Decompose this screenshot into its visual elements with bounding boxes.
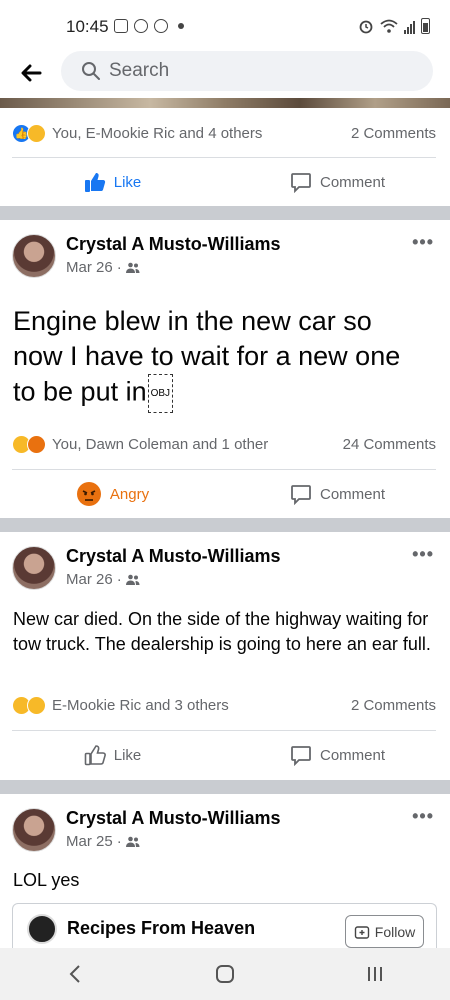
post-2: Crystal A Musto-Williams Mar 26 · ••• Ne… xyxy=(0,532,450,780)
post-1: Crystal A Musto-Williams Mar 26 · ••• En… xyxy=(0,220,450,518)
more-options-button[interactable]: ••• xyxy=(412,544,434,565)
post-date[interactable]: Mar 25 xyxy=(66,833,113,850)
post-header: Crystal A Musto-Williams Mar 26 · ••• xyxy=(12,544,438,594)
nav-home-button[interactable] xyxy=(195,954,255,994)
reaction-label: Angry xyxy=(109,485,150,503)
reactions-summary[interactable]: 👍 You, E-Mookie Ric and 4 others 2 Comme… xyxy=(12,120,436,146)
search-icon xyxy=(82,62,100,80)
post-meta: Mar 26 · xyxy=(66,571,140,588)
search-input[interactable]: Search xyxy=(61,51,433,91)
haha-reaction-icon xyxy=(27,123,46,143)
post-photo[interactable] xyxy=(0,98,450,108)
post-author[interactable]: Crystal A Musto-Williams xyxy=(66,808,281,829)
avatar[interactable] xyxy=(12,546,56,590)
back-button[interactable] xyxy=(16,58,46,88)
comment-icon xyxy=(291,485,311,505)
reactions-summary[interactable]: E-Mookie Ric and 3 others 2 Comments xyxy=(12,692,436,718)
post-text: Engine blew in the new car so now I have… xyxy=(13,304,433,413)
page-avatar[interactable] xyxy=(27,914,57,944)
comments-count[interactable]: 2 Comments xyxy=(351,697,436,714)
angry-reaction-button[interactable]: Angry xyxy=(0,470,225,518)
friends-audience-icon xyxy=(125,836,140,847)
system-nav-bar xyxy=(0,948,450,1000)
like-label: Like xyxy=(113,746,142,764)
post-text-line: now I have to wait for a new one xyxy=(13,341,401,371)
gallery-icon xyxy=(114,19,128,33)
sad-reaction-icon xyxy=(27,695,46,715)
notification-icons xyxy=(114,19,184,33)
comment-label: Comment xyxy=(319,173,386,191)
search-placeholder: Search xyxy=(109,60,170,81)
post-text-line: Engine blew in the new car so xyxy=(13,306,372,336)
comment-button[interactable]: Comment xyxy=(225,731,450,779)
avatar[interactable] xyxy=(12,234,56,278)
post-divider xyxy=(0,206,450,220)
shared-page-card[interactable]: Recipes From Heaven Follow xyxy=(12,903,437,953)
nav-recents-button[interactable] xyxy=(345,954,405,994)
alarm-icon xyxy=(359,20,373,34)
follow-label: Follow xyxy=(374,923,416,940)
post-author[interactable]: Crystal A Musto-Williams xyxy=(66,546,281,567)
more-options-button[interactable]: ••• xyxy=(412,232,434,253)
messenger-icon xyxy=(134,19,148,33)
comment-label: Comment xyxy=(319,485,386,503)
post-meta: Mar 25 · xyxy=(66,833,140,850)
recents-icon xyxy=(368,967,382,981)
reactions-text: E-Mookie Ric and 3 others xyxy=(52,696,229,714)
post-meta: Mar 26 · xyxy=(66,259,140,276)
post-text-line: to be put in xyxy=(13,376,147,407)
status-time: 10:45 xyxy=(66,17,109,36)
follow-button[interactable]: Follow xyxy=(345,915,424,948)
post-previous: 👍 You, E-Mookie Ric and 4 others 2 Comme… xyxy=(0,108,450,206)
comment-button[interactable]: Comment xyxy=(225,470,450,518)
follow-icon xyxy=(354,925,369,939)
angry-face-icon xyxy=(76,482,101,506)
system-icons xyxy=(358,18,430,34)
chevron-left-icon xyxy=(69,965,80,983)
comment-label: Comment xyxy=(319,746,386,764)
battery-icon xyxy=(421,18,430,34)
reactions-summary[interactable]: You, Dawn Coleman and 1 other 24 Comment… xyxy=(12,431,436,457)
post-author[interactable]: Crystal A Musto-Williams xyxy=(66,234,281,255)
nav-back-button[interactable] xyxy=(45,954,105,994)
comments-count[interactable]: 24 Comments xyxy=(343,436,436,453)
object-placeholder-glyph: OBJ xyxy=(147,374,174,413)
avatar[interactable] xyxy=(12,808,56,852)
post-date[interactable]: Mar 26 xyxy=(66,259,113,276)
comment-button[interactable]: Comment xyxy=(225,158,450,206)
post-date[interactable]: Mar 26 xyxy=(66,571,113,588)
like-button[interactable]: Like xyxy=(0,158,225,206)
post-actions: Angry Comment xyxy=(0,470,450,518)
post-text: New car died. On the side of the highway… xyxy=(13,609,431,654)
like-label: Like xyxy=(113,173,142,191)
comment-icon xyxy=(291,173,311,193)
chrome-icon xyxy=(154,19,168,33)
reactions-text: You, Dawn Coleman and 1 other xyxy=(52,435,269,453)
more-options-button[interactable]: ••• xyxy=(412,806,434,827)
post-divider xyxy=(0,518,450,532)
thumbs-up-outline-icon xyxy=(84,745,106,766)
back-arrow-icon xyxy=(21,64,42,82)
friends-audience-icon xyxy=(125,574,140,585)
like-button[interactable]: Like xyxy=(0,731,225,779)
post-text: LOL yes xyxy=(13,870,80,890)
post-actions: Like Comment xyxy=(0,731,450,779)
post-header: Crystal A Musto-Williams Mar 25 · ••• xyxy=(12,806,438,856)
angry-reaction-icon xyxy=(27,434,46,454)
post-actions: Like Comment xyxy=(0,158,450,206)
comments-count[interactable]: 2 Comments xyxy=(351,125,436,142)
thumbs-up-icon xyxy=(84,173,105,192)
search-header: Search xyxy=(0,50,450,98)
reactions-text: You, E-Mookie Ric and 4 others xyxy=(52,124,263,142)
signal-icon xyxy=(404,20,415,34)
comment-icon xyxy=(291,746,311,766)
wifi-icon xyxy=(380,19,398,33)
shared-page-name[interactable]: Recipes From Heaven xyxy=(67,918,255,939)
more-notifications-icon xyxy=(178,23,184,29)
status-bar: 10:45 xyxy=(0,0,450,50)
post-divider xyxy=(0,780,450,794)
friends-audience-icon xyxy=(125,262,140,273)
home-icon xyxy=(216,965,234,983)
post-header: Crystal A Musto-Williams Mar 26 · ••• xyxy=(12,232,438,282)
